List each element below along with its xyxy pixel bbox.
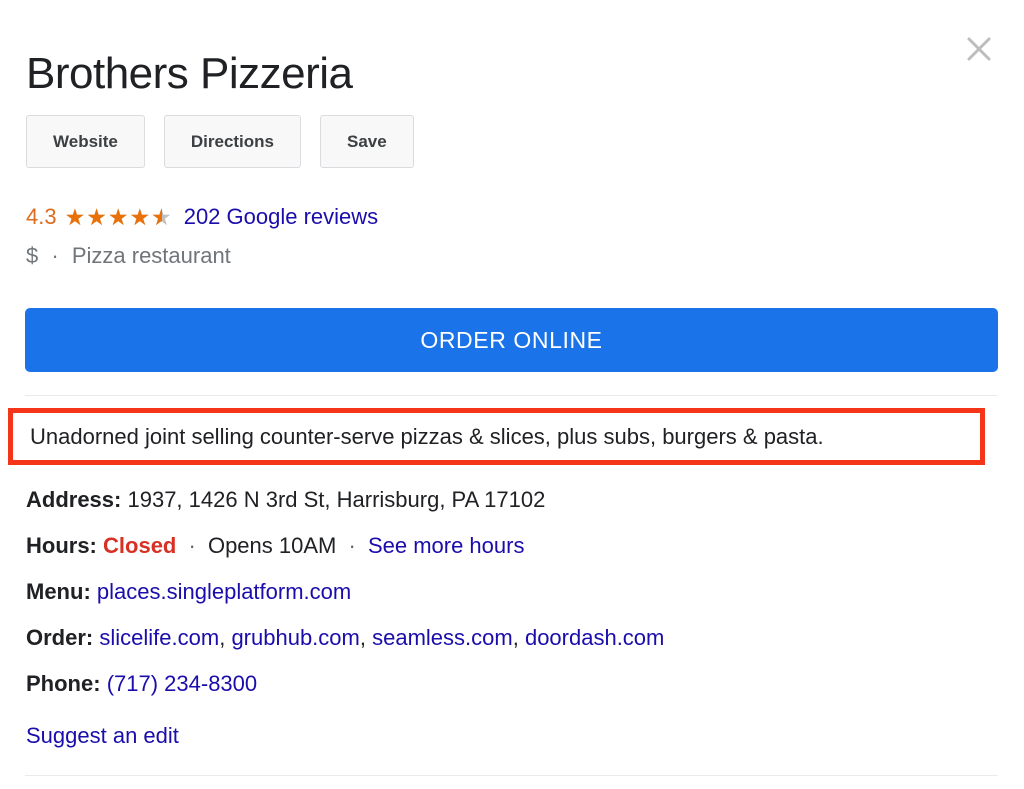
address-value: 1937, 1426 N 3rd St, Harrisburg, PA 1710… <box>127 487 546 512</box>
hours-separator-2: · <box>348 533 356 558</box>
rating-row: 4.3 ★★★★★ ★★★★★ 202 Google reviews <box>26 204 378 230</box>
opening-time: Opens 10AM <box>207 533 337 558</box>
suggest-an-edit-link[interactable]: Suggest an edit <box>26 722 179 750</box>
rating-value: 4.3 <box>26 204 57 229</box>
order-link-doordash[interactable]: doordash.com <box>525 625 664 650</box>
phone-label: Phone: <box>26 671 101 696</box>
see-more-hours-link[interactable]: See more hours <box>368 533 525 558</box>
meta-separator: · <box>51 243 59 268</box>
order-comma-2: , <box>359 625 366 650</box>
action-button-row: Website Directions Save <box>26 115 414 168</box>
order-comma-3: , <box>512 625 519 650</box>
menu-row: Menu: places.singleplatform.com <box>26 569 1001 615</box>
order-row: Order: slicelife.com, grubhub.com, seaml… <box>26 615 1001 661</box>
order-link-grubhub[interactable]: grubhub.com <box>231 625 359 650</box>
star-rating-icon: ★★★★★ ★★★★★ <box>64 205 173 229</box>
page-title: Brothers Pizzeria <box>26 49 353 99</box>
price-level: $ <box>26 243 39 268</box>
menu-link[interactable]: places.singleplatform.com <box>97 579 351 604</box>
save-button[interactable]: Save <box>320 115 414 168</box>
divider-bottom <box>25 775 998 776</box>
description-highlight-box: Unadorned joint selling counter-serve pi… <box>8 408 985 465</box>
menu-label: Menu: <box>26 579 91 604</box>
hours-label: Hours: <box>26 533 97 558</box>
phone-number-link[interactable]: (717) 234-8300 <box>107 671 257 696</box>
address-label: Address: <box>26 487 122 512</box>
google-reviews-link[interactable]: 202 Google reviews <box>184 204 378 230</box>
hours-row: Hours: Closed · Opens 10AM · See more ho… <box>26 523 1001 569</box>
divider-top <box>25 395 998 396</box>
star-foreground: ★★★★★ <box>64 205 162 229</box>
details-list: Address: 1937, 1426 N 3rd St, Harrisburg… <box>26 477 1001 707</box>
directions-button[interactable]: Directions <box>163 115 302 168</box>
close-button[interactable] <box>958 28 1000 70</box>
business-description: Unadorned joint selling counter-serve pi… <box>30 423 824 449</box>
order-label: Order: <box>26 625 94 650</box>
status-badge: Closed <box>103 533 177 558</box>
phone-row: Phone: (717) 234-8300 <box>26 661 1001 707</box>
price-category-row: $ · Pizza restaurant <box>26 242 231 270</box>
website-button[interactable]: Website <box>26 115 145 168</box>
order-online-button[interactable]: ORDER ONLINE <box>25 308 998 372</box>
hours-separator-1: · <box>188 533 196 558</box>
order-comma-1: , <box>219 625 226 650</box>
order-link-seamless[interactable]: seamless.com <box>372 625 513 650</box>
close-icon <box>966 36 992 62</box>
address-row: Address: 1937, 1426 N 3rd St, Harrisburg… <box>26 477 1001 523</box>
business-category: Pizza restaurant <box>71 243 231 268</box>
order-link-slicelife[interactable]: slicelife.com <box>99 625 219 650</box>
